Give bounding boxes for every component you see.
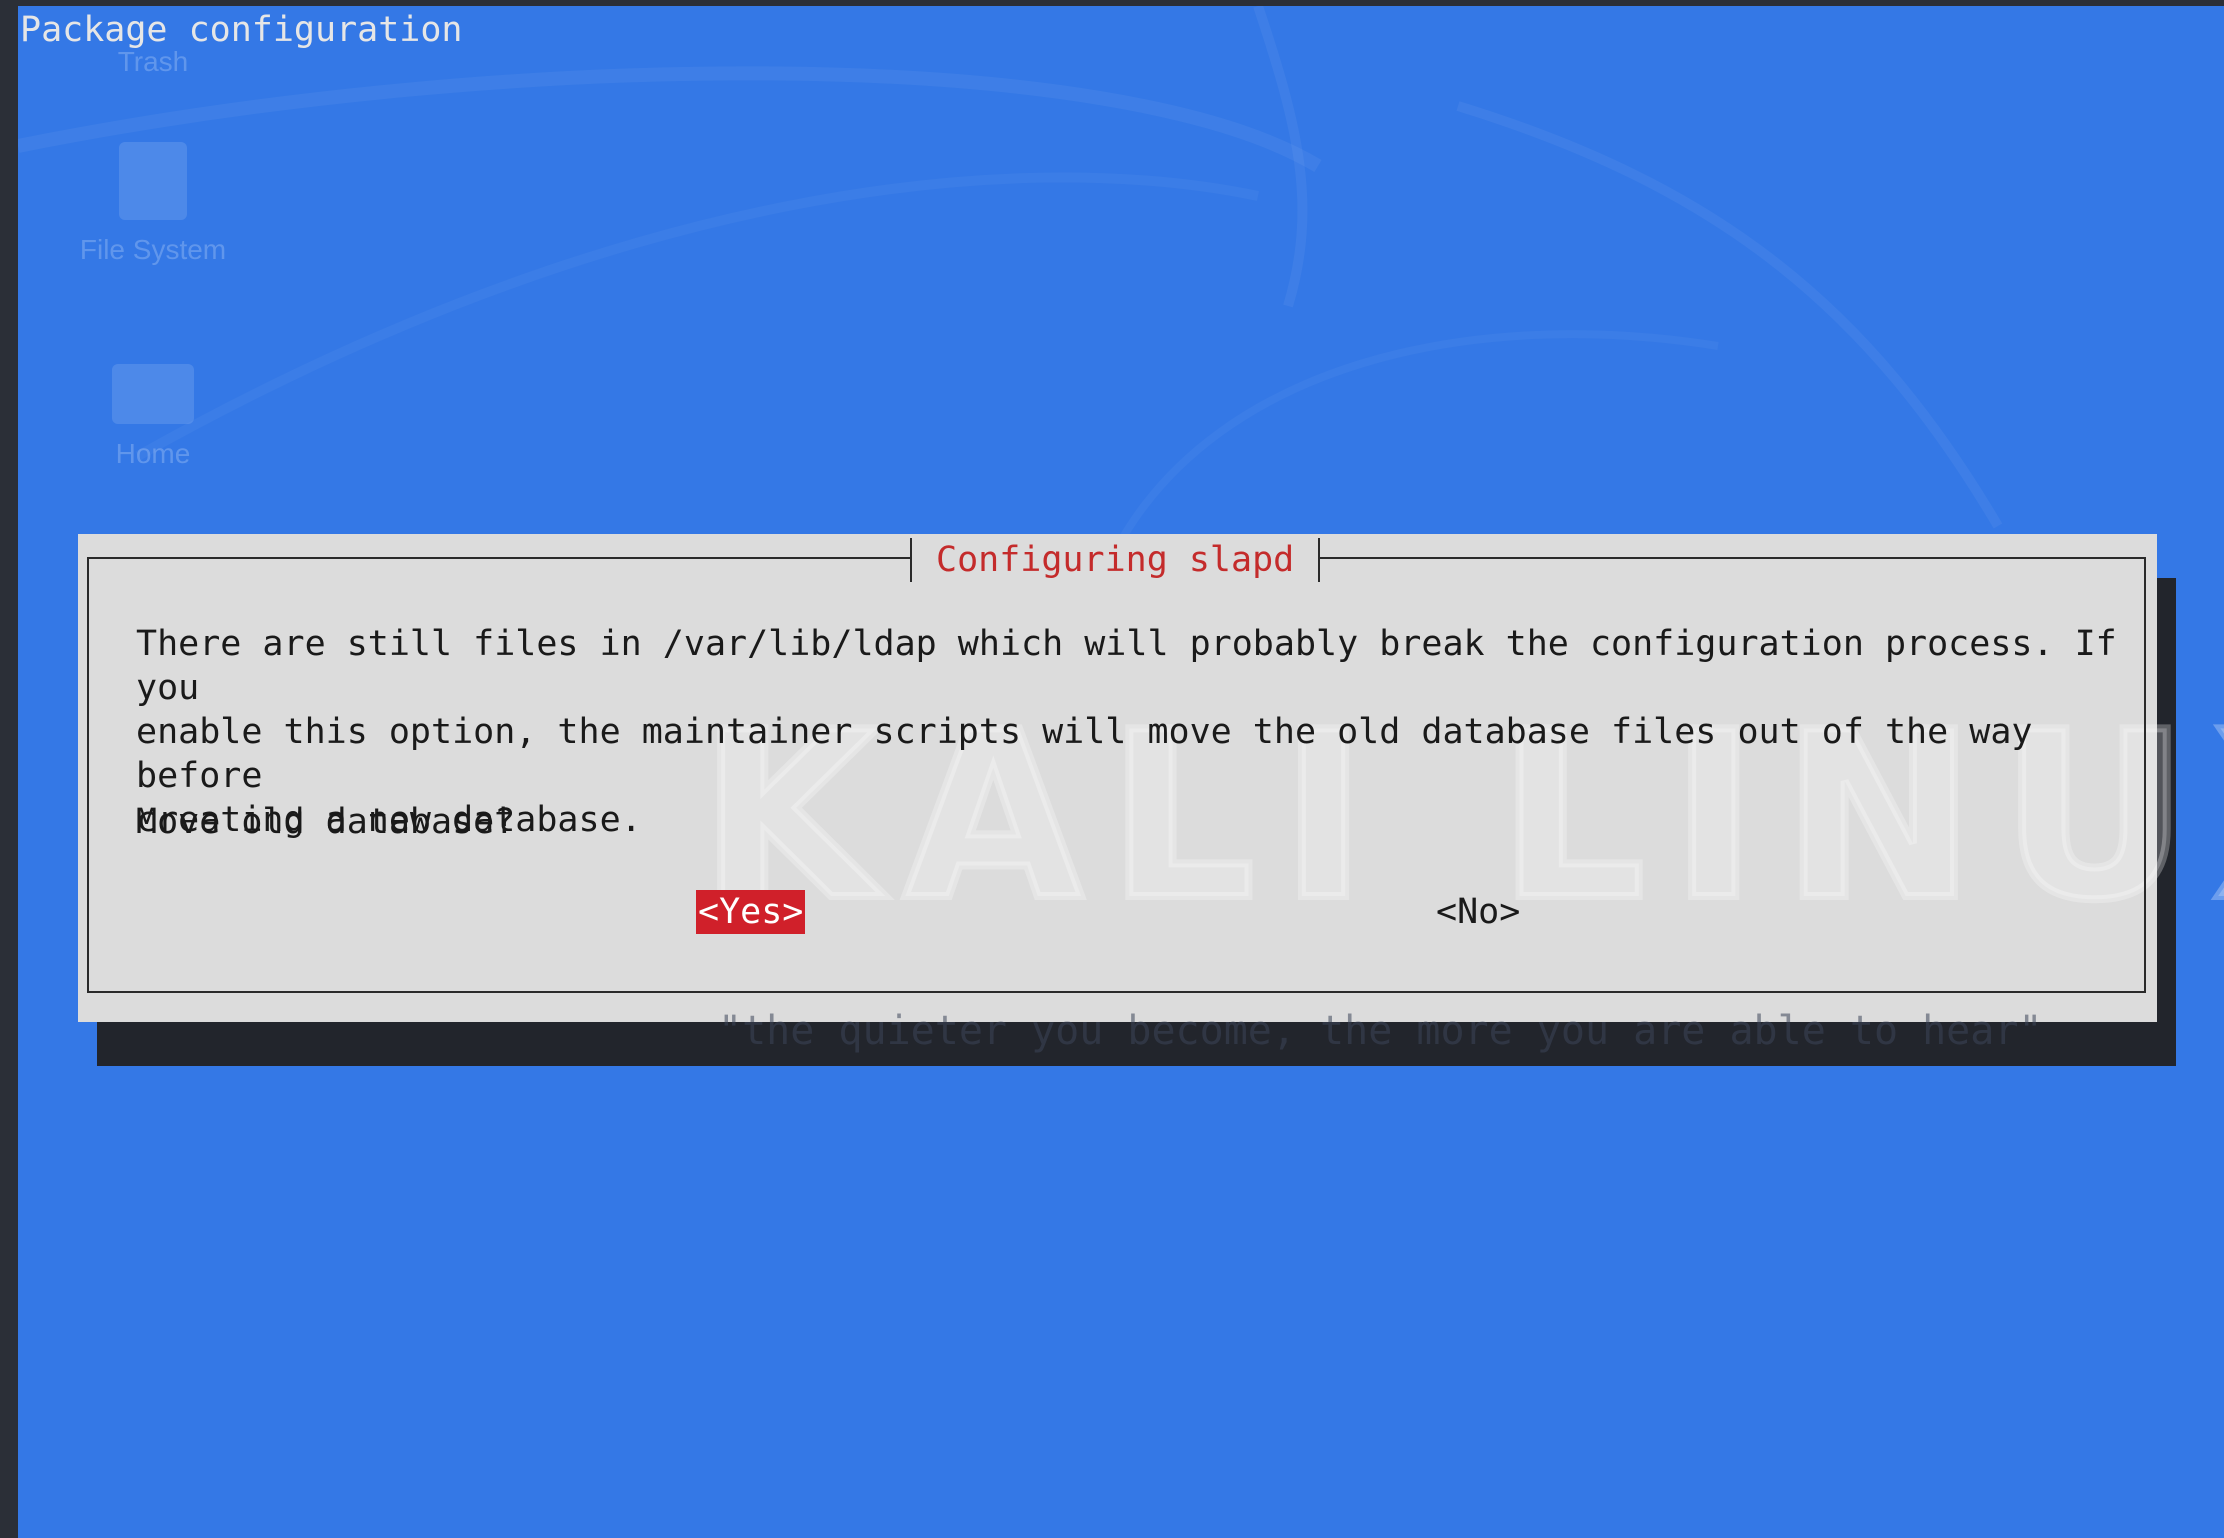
terminal-window[interactable]: Trash File System Home Package configura…	[18, 6, 2224, 1538]
screen: Trash File System Home Package configura…	[0, 0, 2224, 1538]
home-folder-icon	[112, 364, 194, 424]
desktop-icon-file-system[interactable]: File System	[58, 142, 248, 266]
file-system-label: File System	[79, 234, 227, 265]
terminal-title: Package configuration	[20, 10, 463, 50]
configuration-dialog: KALI LINUX "the quieter you become, the …	[78, 534, 2224, 1054]
dialog-title: Configuring slapd	[910, 538, 1321, 582]
no-button[interactable]: <No>	[1436, 890, 1520, 934]
drive-icon	[119, 142, 187, 220]
kali-tagline: "the quieter you become, the more you ar…	[718, 1008, 2043, 1054]
desktop-icon-home[interactable]: Home	[68, 364, 238, 470]
home-label: Home	[115, 438, 191, 469]
yes-button[interactable]: <Yes>	[696, 890, 806, 934]
dialog-question: Move old database?	[136, 802, 516, 842]
